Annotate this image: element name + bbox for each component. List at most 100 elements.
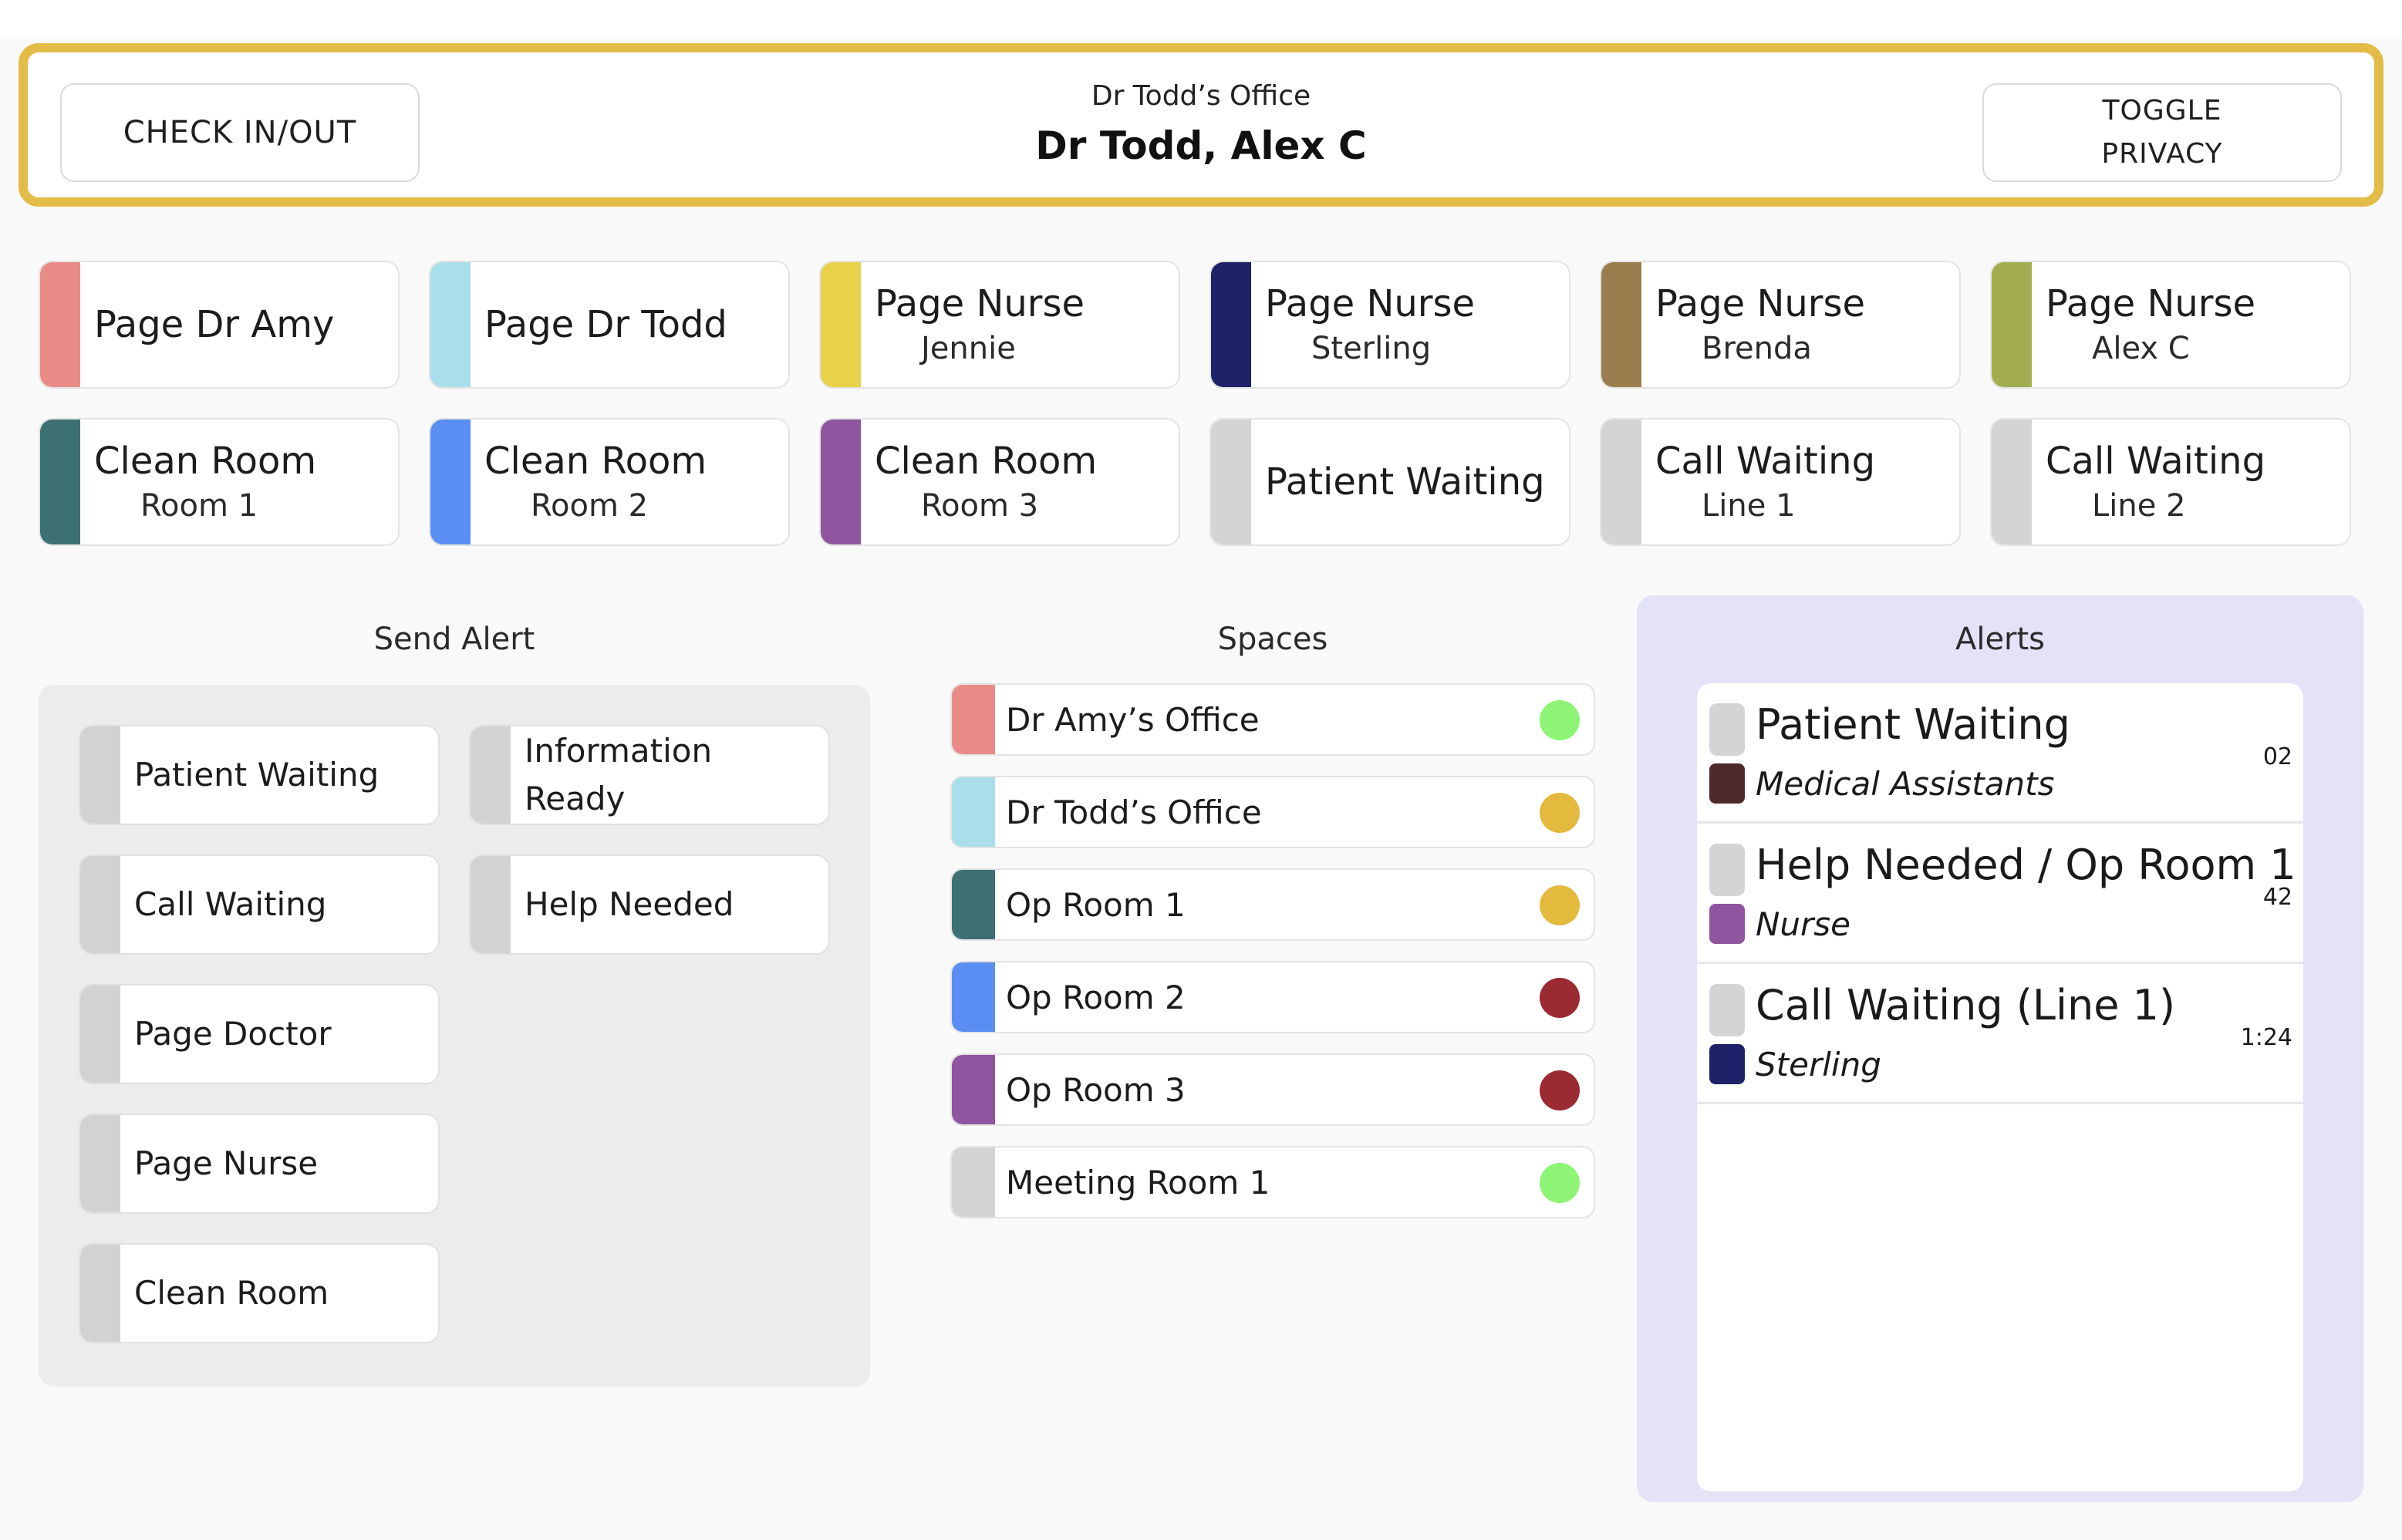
- alert-title: Call Waiting (Line 1): [1756, 981, 2176, 1029]
- tile-line1: Page Nurse: [2046, 282, 2256, 325]
- space-color-bar: [952, 1147, 995, 1217]
- button-bar: [471, 856, 511, 953]
- alert-item-help-needed[interactable]: Help Needed / Op Room 1 Nurse 42: [1697, 824, 2303, 964]
- tile-text: Page Nurse Brenda: [1641, 262, 1959, 387]
- quick-tile-clean-room-2[interactable]: Clean Room Room 2: [429, 418, 790, 546]
- alert-recipient-color: [1709, 904, 1745, 944]
- space-op-room-2[interactable]: Op Room 2: [950, 961, 1595, 1033]
- space-color-bar: [952, 870, 995, 939]
- quick-tile-call-waiting-line-2[interactable]: Call Waiting Line 2: [1990, 418, 2351, 546]
- tile-line1: Page Nurse: [1655, 282, 1866, 325]
- space-label: Dr Amy’s Office: [1006, 700, 1260, 739]
- space-dr-amys-office[interactable]: Dr Amy’s Office: [950, 683, 1595, 756]
- tile-text: Page Nurse Alex C: [2032, 262, 2350, 387]
- quick-tile-page-nurse-brenda[interactable]: Page Nurse Brenda: [1600, 261, 1961, 389]
- tile-color-bar: [430, 420, 471, 544]
- send-page-doctor-button[interactable]: Page Doctor: [79, 984, 440, 1084]
- alert-recipient-color: [1709, 763, 1745, 804]
- send-patient-waiting-button[interactable]: Patient Waiting: [79, 725, 440, 825]
- space-label: Op Room 3: [1006, 1070, 1186, 1109]
- toggle-privacy-label: TOGGLE PRIVACY: [2101, 95, 2223, 170]
- quick-tile-clean-room-3[interactable]: Clean Room Room 3: [819, 418, 1180, 546]
- quick-tile-page-nurse-jennie[interactable]: Page Nurse Jennie: [819, 261, 1180, 389]
- alert-type-square: [1709, 984, 1745, 1036]
- space-dr-todds-office[interactable]: Dr Todd’s Office: [950, 776, 1595, 848]
- alert-elapsed-time: 1:24: [2240, 1024, 2292, 1051]
- tile-line1: Patient Waiting: [1265, 460, 1545, 504]
- space-label: Op Room 1: [1006, 885, 1186, 924]
- space-meeting-room-1[interactable]: Meeting Room 1: [950, 1146, 1595, 1218]
- quick-tile-patient-waiting[interactable]: Patient Waiting: [1209, 418, 1570, 546]
- button-bar: [80, 856, 120, 953]
- tile-text: Clean Room Room 3: [861, 420, 1179, 544]
- quick-tile-page-nurse-alex-c[interactable]: Page Nurse Alex C: [1990, 261, 2351, 389]
- alert-recipient-color: [1709, 1044, 1745, 1084]
- status-dot-icon: [1540, 978, 1580, 1018]
- send-information-ready-button[interactable]: Information Ready: [469, 725, 830, 825]
- tile-color-bar: [1211, 262, 1251, 387]
- space-color-bar: [952, 962, 995, 1032]
- toggle-privacy-button[interactable]: TOGGLE PRIVACY: [1982, 83, 2342, 182]
- tile-text: Clean Room Room 1: [80, 420, 398, 544]
- tile-color-bar: [1601, 420, 1641, 544]
- alert-item-call-waiting[interactable]: Call Waiting (Line 1) Sterling 1:24: [1697, 964, 2303, 1104]
- button-label: Page Doctor: [134, 1015, 332, 1053]
- button-bar: [80, 986, 120, 1083]
- alert-elapsed-time: 02: [2262, 743, 2292, 770]
- space-op-room-3[interactable]: Op Room 3: [950, 1053, 1595, 1126]
- tile-line1: Page Nurse: [875, 282, 1085, 325]
- send-call-waiting-button[interactable]: Call Waiting: [79, 854, 440, 955]
- send-help-needed-button[interactable]: Help Needed: [469, 854, 830, 955]
- tile-color-bar: [1992, 420, 2032, 544]
- send-clean-room-button[interactable]: Clean Room: [79, 1243, 440, 1343]
- status-dot-icon: [1540, 793, 1580, 833]
- button-bar: [471, 726, 511, 824]
- tile-color-bar: [1211, 420, 1251, 544]
- tile-text: Page Nurse Sterling: [1251, 262, 1569, 387]
- quick-tile-page-dr-todd[interactable]: Page Dr Todd: [429, 261, 790, 389]
- button-label: Help Needed: [525, 885, 734, 923]
- status-dot-icon: [1540, 1070, 1580, 1110]
- space-color-bar: [952, 1055, 995, 1124]
- tile-color-bar: [40, 420, 80, 544]
- quick-tile-clean-room-1[interactable]: Clean Room Room 1: [39, 418, 400, 546]
- tile-color-bar: [40, 262, 80, 387]
- quick-tile-page-dr-amy[interactable]: Page Dr Amy: [39, 261, 400, 389]
- quick-tile-call-waiting-line-1[interactable]: Call Waiting Line 1: [1600, 418, 1961, 546]
- tile-line1: Page Dr Todd: [484, 303, 727, 346]
- alert-title: Help Needed / Op Room 1: [1756, 841, 2296, 889]
- space-color-bar: [952, 685, 995, 754]
- alert-type-square: [1709, 844, 1745, 896]
- tile-line1: Clean Room: [94, 440, 317, 483]
- tile-line1: Call Waiting: [2046, 440, 2266, 483]
- tile-line1: Call Waiting: [1655, 440, 1876, 483]
- alert-item-patient-waiting[interactable]: Patient Waiting Medical Assistants 02: [1697, 683, 2303, 824]
- button-label: Information Ready: [525, 732, 713, 817]
- alert-recipient: Nurse: [1756, 905, 1851, 943]
- top-strip: [0, 0, 2402, 39]
- tile-text: Clean Room Room 2: [471, 420, 788, 544]
- space-label: Meeting Room 1: [1006, 1163, 1270, 1201]
- space-op-room-1[interactable]: Op Room 1: [950, 868, 1595, 941]
- tile-text: Page Dr Todd: [471, 262, 788, 387]
- tile-line2: Alex C: [2092, 331, 2190, 366]
- header-bar: CHECK IN/OUT Dr Todd’s Office Dr Todd, A…: [19, 43, 2383, 207]
- space-color-bar: [952, 777, 995, 847]
- tile-text: Page Nurse Jennie: [861, 262, 1179, 387]
- tile-line2: Room 2: [531, 488, 649, 524]
- alerts-list: Patient Waiting Medical Assistants 02 He…: [1697, 683, 2303, 1491]
- tile-line2: Room 1: [140, 488, 258, 524]
- button-label: Call Waiting: [134, 885, 327, 923]
- tile-color-bar: [1601, 262, 1641, 387]
- button-label: Patient Waiting: [134, 756, 380, 794]
- tile-line2: Line 2: [2092, 488, 2186, 524]
- space-label: Op Room 2: [1006, 978, 1186, 1016]
- send-page-nurse-button[interactable]: Page Nurse: [79, 1114, 440, 1214]
- tile-line2: Line 1: [1702, 488, 1796, 524]
- alert-title: Patient Waiting: [1756, 700, 2070, 749]
- tile-line2: Jennie: [921, 331, 1016, 366]
- send-alert-heading: Send Alert: [373, 622, 535, 657]
- tile-line2: Brenda: [1702, 331, 1812, 366]
- button-bar: [80, 726, 120, 824]
- quick-tile-page-nurse-sterling[interactable]: Page Nurse Sterling: [1209, 261, 1570, 389]
